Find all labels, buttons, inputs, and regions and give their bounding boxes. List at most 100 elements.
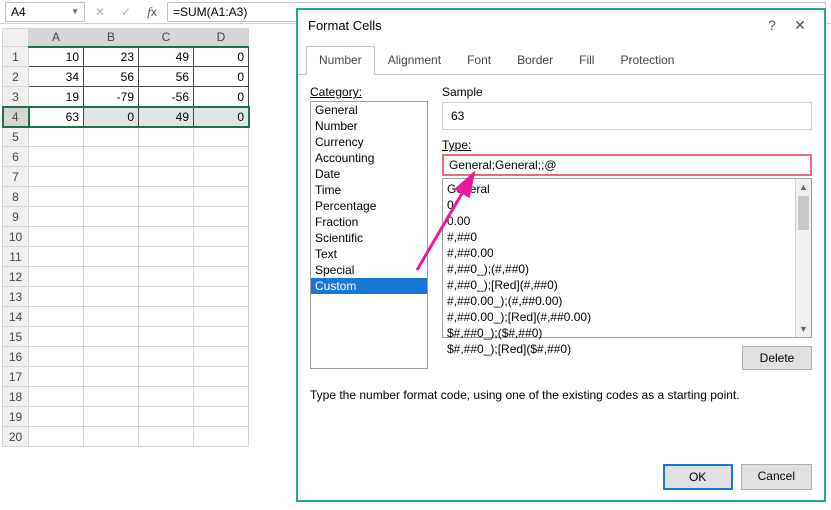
cell[interactable]: 56 — [84, 67, 139, 87]
cell[interactable] — [84, 187, 139, 207]
row-header[interactable]: 6 — [3, 147, 29, 167]
cell[interactable] — [194, 327, 249, 347]
row-header[interactable]: 15 — [3, 327, 29, 347]
list-item[interactable]: $#,##0_);[Red]($#,##0) — [447, 341, 807, 357]
chevron-down-icon[interactable]: ▼ — [71, 7, 79, 16]
cell[interactable] — [194, 407, 249, 427]
row-header[interactable]: 16 — [3, 347, 29, 367]
row-header[interactable]: 3 — [3, 87, 29, 107]
row-header[interactable]: 13 — [3, 287, 29, 307]
cell[interactable] — [84, 227, 139, 247]
list-item[interactable]: Date — [311, 166, 427, 182]
cell[interactable] — [194, 167, 249, 187]
list-item[interactable]: General — [447, 181, 807, 197]
cell[interactable] — [84, 367, 139, 387]
row-header[interactable]: 2 — [3, 67, 29, 87]
tab-alignment[interactable]: Alignment — [375, 46, 454, 74]
list-item[interactable]: Scientific — [311, 230, 427, 246]
cell[interactable] — [139, 187, 194, 207]
cell[interactable]: 56 — [139, 67, 194, 87]
list-item[interactable]: Accounting — [311, 150, 427, 166]
cell[interactable] — [139, 267, 194, 287]
cell[interactable] — [29, 427, 84, 447]
cell[interactable] — [84, 407, 139, 427]
row-header[interactable]: 5 — [3, 127, 29, 147]
cell[interactable] — [29, 167, 84, 187]
cell[interactable] — [139, 367, 194, 387]
cell[interactable]: 0 — [194, 47, 249, 67]
list-item[interactable]: $#,##0_);($#,##0) — [447, 325, 807, 341]
cell[interactable] — [194, 367, 249, 387]
category-list[interactable]: General Number Currency Accounting Date … — [310, 101, 428, 369]
row-header[interactable]: 18 — [3, 387, 29, 407]
cell[interactable] — [29, 407, 84, 427]
cell[interactable]: 49 — [139, 107, 194, 127]
tab-protection[interactable]: Protection — [607, 46, 687, 74]
tab-number[interactable]: Number — [306, 46, 375, 75]
ok-button[interactable]: OK — [663, 464, 733, 490]
list-item[interactable]: 0.00 — [447, 213, 807, 229]
cell[interactable] — [139, 247, 194, 267]
col-header[interactable]: B — [84, 29, 139, 47]
cell[interactable] — [139, 307, 194, 327]
cell[interactable]: 63 — [29, 107, 84, 127]
cell[interactable] — [29, 267, 84, 287]
cell[interactable]: 49 — [139, 47, 194, 67]
cell[interactable] — [194, 247, 249, 267]
cell[interactable] — [139, 407, 194, 427]
list-item[interactable]: Number — [311, 118, 427, 134]
list-item[interactable]: Custom — [311, 278, 427, 294]
cell[interactable] — [194, 127, 249, 147]
cell[interactable] — [84, 247, 139, 267]
col-header[interactable]: D — [194, 29, 249, 47]
close-icon[interactable]: ✕ — [786, 17, 814, 34]
cell[interactable] — [139, 427, 194, 447]
cell[interactable]: 23 — [84, 47, 139, 67]
fx-icon[interactable]: fx — [141, 2, 163, 22]
type-input[interactable] — [442, 154, 812, 176]
row-header[interactable]: 7 — [3, 167, 29, 187]
cell[interactable] — [29, 127, 84, 147]
row-header[interactable]: 8 — [3, 187, 29, 207]
cell[interactable] — [194, 227, 249, 247]
row-header[interactable]: 17 — [3, 367, 29, 387]
name-box[interactable]: A4 ▼ — [5, 2, 85, 22]
cell[interactable] — [84, 207, 139, 227]
cell[interactable]: 10 — [29, 47, 84, 67]
row-header[interactable]: 10 — [3, 227, 29, 247]
cell[interactable] — [29, 327, 84, 347]
dialog-titlebar[interactable]: Format Cells ? ✕ — [298, 10, 824, 40]
cell[interactable]: -79 — [84, 87, 139, 107]
col-header[interactable]: C — [139, 29, 194, 47]
row-header[interactable]: 1 — [3, 47, 29, 67]
list-item[interactable]: #,##0_);[Red](#,##0) — [447, 277, 807, 293]
list-item[interactable]: #,##0_);(#,##0) — [447, 261, 807, 277]
list-item[interactable]: Text — [311, 246, 427, 262]
tab-fill[interactable]: Fill — [566, 46, 607, 74]
help-icon[interactable]: ? — [758, 17, 786, 33]
grid[interactable]: A B C D 11023490 23456560 319-79-560 463… — [2, 28, 249, 447]
row-header[interactable]: 14 — [3, 307, 29, 327]
cell[interactable] — [29, 247, 84, 267]
list-item[interactable]: Time — [311, 182, 427, 198]
cell[interactable] — [84, 167, 139, 187]
cell[interactable] — [29, 367, 84, 387]
cell[interactable] — [139, 347, 194, 367]
cell[interactable] — [194, 147, 249, 167]
scroll-thumb[interactable] — [798, 196, 809, 230]
cell[interactable] — [139, 287, 194, 307]
tab-font[interactable]: Font — [454, 46, 504, 74]
cell[interactable] — [194, 307, 249, 327]
list-item[interactable]: Fraction — [311, 214, 427, 230]
row-header[interactable]: 11 — [3, 247, 29, 267]
cell[interactable] — [84, 127, 139, 147]
cell[interactable] — [139, 127, 194, 147]
cell[interactable] — [139, 207, 194, 227]
list-item[interactable]: #,##0.00_);(#,##0.00) — [447, 293, 807, 309]
cell[interactable] — [29, 227, 84, 247]
cancel-button[interactable]: Cancel — [741, 464, 812, 490]
cell[interactable] — [139, 387, 194, 407]
cell[interactable]: 19 — [29, 87, 84, 107]
row-header[interactable]: 9 — [3, 207, 29, 227]
col-header[interactable]: A — [29, 29, 84, 47]
